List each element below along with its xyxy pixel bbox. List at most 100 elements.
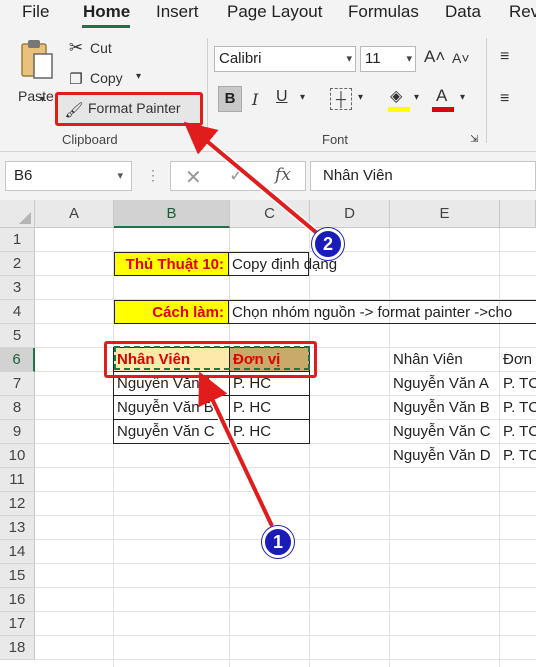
cell-c4[interactable]: Chọn nhóm nguồn -> format painter ->cho [229,300,536,324]
gridline [35,659,536,660]
scissors-icon: ✂ [68,38,84,57]
paste-button[interactable]: Paste [14,36,58,116]
shrink-font-icon[interactable]: A˅ [452,50,470,66]
column-header-d[interactable]: D [310,200,390,228]
formula-input[interactable]: Nhân Viên [310,161,536,191]
tab-formulas[interactable]: Formulas [348,2,419,22]
copy-icon: ❐ [69,71,83,88]
cell-c2[interactable]: Copy định dạng [229,252,337,276]
gridline [309,228,310,667]
gridline [35,635,536,636]
borders-icon[interactable]: ┼ [330,88,352,110]
font-color-button[interactable]: A [432,86,454,114]
row-header[interactable]: 14 [0,540,35,564]
tab-file[interactable]: File [22,2,49,22]
cell-e9[interactable]: Nguyễn Văn C [390,420,500,444]
cell-b2[interactable]: Thủ Thuật 10: [114,252,229,276]
font-name-value: Calibri [219,50,262,67]
cell-f7[interactable]: P. TC [500,372,536,396]
tab-page-layout[interactable]: Page Layout [227,2,322,22]
row-header[interactable]: 15 [0,564,35,588]
row-header[interactable]: 8 [0,396,35,420]
cancel-icon[interactable]: ✕ [185,165,202,190]
borders-dropdown-icon[interactable]: ▾ [358,92,363,103]
name-box[interactable]: B6 ▾ [5,161,132,191]
fill-color-swatch [388,107,410,112]
group-divider [207,38,208,143]
cell-f9[interactable]: P. TC [500,420,536,444]
copy-label: Copy [90,70,123,86]
insert-function-button[interactable]: fx [275,165,291,185]
paste-dropdown-icon[interactable]: ▾ [40,94,45,105]
row-header[interactable]: 12 [0,492,35,516]
font-color-dropdown-icon[interactable]: ▾ [460,92,465,103]
cell-e10[interactable]: Nguyễn Văn D [390,444,500,468]
font-name-select[interactable]: Calibri ▾ [214,46,356,72]
cell-f6[interactable]: Đơn [500,348,536,372]
format-painter-button[interactable]: 🖌 Format Painter [55,92,203,126]
column-header-c[interactable]: C [230,200,310,228]
copy-dropdown-icon[interactable]: ▾ [136,71,141,82]
column-header-f[interactable] [500,200,536,228]
font-launcher-icon[interactable]: ⇲ [470,134,478,145]
grow-font-icon[interactable]: A˄ [424,47,445,67]
underline-button[interactable]: U [276,88,288,106]
font-size-select[interactable]: 11 ▾ [360,46,416,72]
underline-dropdown-icon[interactable]: ▾ [300,92,305,103]
row-header[interactable]: 18 [0,636,35,660]
source-range-highlight [104,341,317,378]
resize-handle-icon[interactable]: ⋮ [146,167,161,184]
column-header-e[interactable]: E [390,200,500,228]
row-header[interactable]: 7 [0,372,35,396]
align-left-icon[interactable]: ≡ [500,90,509,108]
row-header[interactable]: 11 [0,468,35,492]
enter-icon[interactable]: ✓ [229,165,244,186]
italic-button[interactable]: I [252,90,258,109]
gridline [229,228,230,667]
row-header[interactable]: 4 [0,300,35,324]
copy-button[interactable]: ❐ Copy ▾ [66,68,150,90]
row-header[interactable]: 2 [0,252,35,276]
cut-button[interactable]: ✂ Cut [66,38,126,60]
source-table-border [113,419,310,420]
font-group-label: Font [322,132,349,147]
row-header[interactable]: 17 [0,612,35,636]
row-header[interactable]: 13 [0,516,35,540]
align-top-icon[interactable]: ≡ [500,48,509,66]
step-2-badge: 2 [312,228,344,260]
worksheet-grid[interactable]: A B C D E 1 2 3 4 5 6 7 8 9 10 11 12 13 … [0,200,536,667]
cell-e6[interactable]: Nhân Viên [390,348,500,372]
column-header-b[interactable]: B [114,200,230,228]
format-painter-label: Format Painter [88,100,181,116]
tab-home[interactable]: Home [83,2,130,22]
cell-e8[interactable]: Nguyễn Văn B [390,396,500,420]
row-header[interactable]: 1 [0,228,35,252]
bold-button[interactable]: B [218,86,242,112]
column-header-a[interactable]: A [35,200,114,228]
select-all-button[interactable] [0,200,35,228]
row-header[interactable]: 16 [0,588,35,612]
row-header[interactable]: 3 [0,276,35,300]
tab-review[interactable]: Rev [509,2,536,22]
tab-insert[interactable]: Insert [156,2,199,22]
name-box-value: B6 [14,167,33,184]
row-header[interactable]: 6 [0,348,35,372]
chevron-down-icon: ▾ [406,53,412,65]
cell-b4[interactable]: Cách làm: [114,300,229,324]
gridline [35,611,536,612]
cell-f8[interactable]: P. TC [500,396,536,420]
cell-e7[interactable]: Nguyễn Văn A [390,372,500,396]
group-divider [486,38,487,143]
cell-f10[interactable]: P. TC [500,444,536,468]
row-header[interactable]: 5 [0,324,35,348]
fill-color-dropdown-icon[interactable]: ▾ [414,92,419,103]
formula-bar: B6 ▾ ⋮ ✕ ✓ fx Nhân Viên [0,152,536,200]
row-header[interactable]: 10 [0,444,35,468]
clipboard-launcher-icon[interactable]: ⇲ [192,134,200,145]
gridline [35,563,536,564]
tab-data[interactable]: Data [445,2,481,22]
paintbrush-icon: 🖌 [64,102,84,119]
row-header[interactable]: 9 [0,420,35,444]
fill-color-button[interactable]: ◈ [388,86,410,114]
paint-bucket-icon: ◈ [390,88,403,105]
